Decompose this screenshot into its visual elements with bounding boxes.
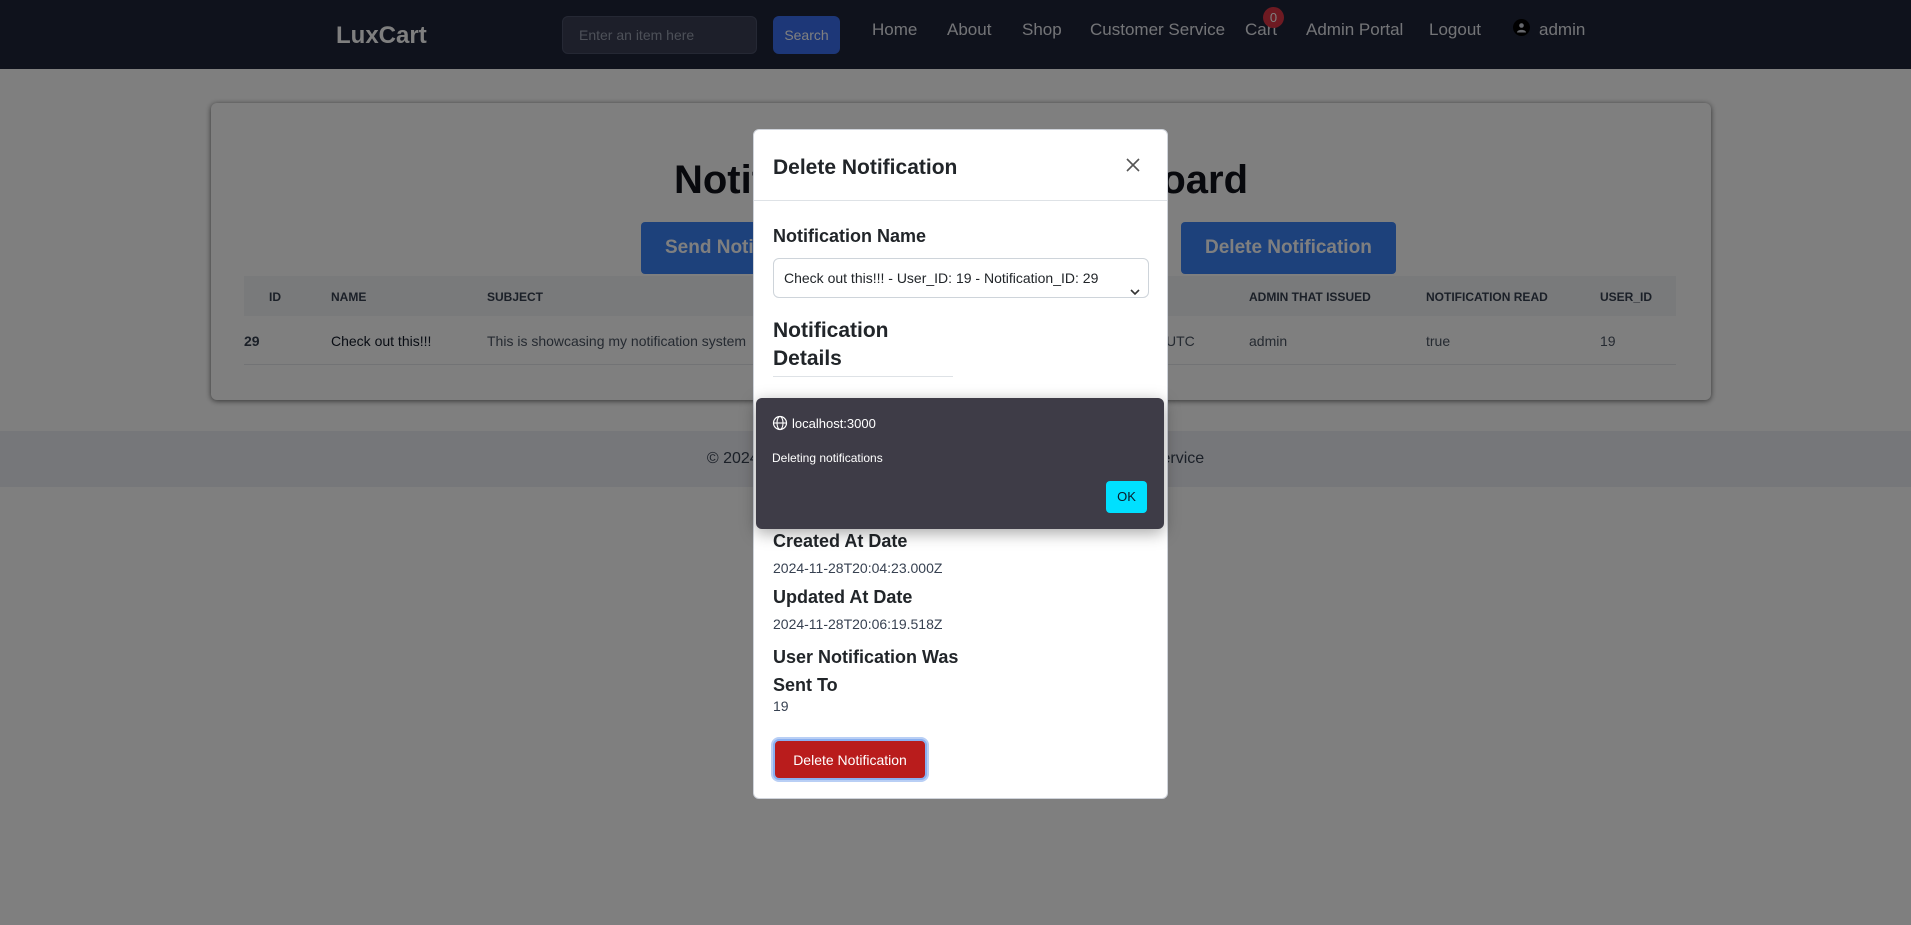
close-icon[interactable] bbox=[1122, 154, 1144, 176]
alert-message: Deleting notifications bbox=[772, 451, 883, 465]
browser-alert-dialog: localhost:3000 Deleting notifications OK bbox=[756, 398, 1164, 529]
delete-notification-button[interactable]: Delete Notification bbox=[773, 739, 927, 780]
modal-title: Delete Notification bbox=[773, 156, 958, 179]
notification-select-value: Check out this!!! - User_ID: 19 - Notifi… bbox=[784, 270, 1099, 286]
notification-name-label: Notification Name bbox=[773, 226, 927, 246]
created-at-value: 2024-11-28T20:04:23.000Z bbox=[773, 560, 943, 576]
sent-to-value: 19 bbox=[773, 698, 789, 714]
modal-header-divider bbox=[754, 200, 1167, 201]
notification-details-heading: Notification Details bbox=[773, 317, 953, 377]
sent-to-label: User Notification Was Sent To bbox=[773, 647, 959, 695]
chevron-down-icon bbox=[1130, 273, 1140, 311]
alert-ok-button[interactable]: OK bbox=[1106, 481, 1147, 513]
updated-at-label: Updated At Date bbox=[773, 587, 913, 607]
created-at-label: Created At Date bbox=[773, 531, 908, 551]
globe-icon bbox=[772, 415, 788, 431]
notification-select[interactable]: Check out this!!! - User_ID: 19 - Notifi… bbox=[773, 258, 1149, 298]
updated-at-value: 2024-11-28T20:06:19.518Z bbox=[773, 616, 943, 632]
alert-origin: localhost:3000 bbox=[792, 416, 876, 431]
